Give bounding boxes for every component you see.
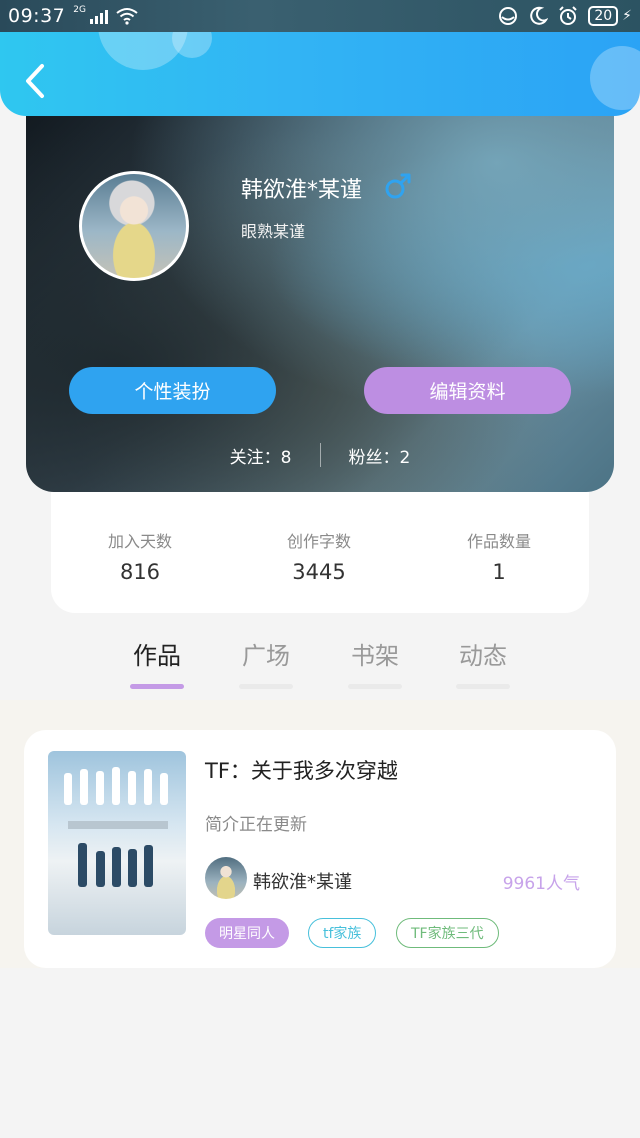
following-count[interactable]: 关注：8 <box>230 443 292 468</box>
tab-indicator <box>456 684 510 689</box>
stat-label: 作品数量 <box>466 532 531 551</box>
battery-level: 20 <box>594 8 613 24</box>
cover-figure <box>128 771 136 805</box>
cover-figure <box>160 773 168 805</box>
stat-value: 1 <box>492 560 506 584</box>
tab-indicator <box>348 684 402 689</box>
follow-stats: 关注：8 粉丝：2 <box>26 440 614 470</box>
back-icon[interactable] <box>22 62 48 100</box>
follow-divider <box>319 443 321 467</box>
tab-label: 动态 <box>459 642 507 670</box>
work-title[interactable]: TF：关于我多次穿越 <box>205 755 398 785</box>
personal-dress-button[interactable]: 个性装扮 <box>69 367 276 414</box>
cover-figure <box>128 849 137 887</box>
cover-figure <box>96 851 105 887</box>
tab-label: 广场 <box>242 642 290 670</box>
work-description: 简介正在更新 <box>205 815 307 835</box>
tab-activity[interactable]: 动态 <box>443 636 523 689</box>
cover-beam <box>68 821 168 829</box>
cover-figure <box>64 773 72 805</box>
moon-icon <box>530 6 549 25</box>
alarm-icon <box>559 6 578 25</box>
stat-label: 加入天数 <box>107 532 172 551</box>
work-card[interactable]: TF：关于我多次穿越 简介正在更新 韩欲淮*某谨 9961人气 明星同人 tf家… <box>24 730 616 968</box>
tab-works[interactable]: 作品 <box>117 636 197 689</box>
status-bar: 09:37 2G 20 ⚡ <box>0 0 640 32</box>
cover-figure <box>78 843 87 887</box>
cover-figure <box>144 845 153 887</box>
cover-figure <box>112 767 120 805</box>
tab-label: 书架 <box>351 642 399 670</box>
cover-figure <box>96 771 104 805</box>
work-tag[interactable]: 明星同人 <box>205 918 289 948</box>
decor-bubble <box>590 46 640 110</box>
tab-label: 作品 <box>133 642 181 670</box>
profile-card: 韩欲淮*某谨 眼熟某谨 个性装扮 编辑资料 关注：8 粉丝：2 <box>26 80 614 492</box>
stat-word-count: 创作字数 3445 <box>249 528 389 584</box>
username: 韩欲淮*某谨 <box>241 178 363 203</box>
work-tag[interactable]: tf家族 <box>308 918 377 948</box>
user-motto: 眼熟某谨 <box>241 222 306 241</box>
work-tag[interactable]: TF家族三代 <box>396 918 499 948</box>
edit-profile-button[interactable]: 编辑资料 <box>364 367 571 414</box>
author-avatar[interactable] <box>205 857 247 899</box>
stat-value: 816 <box>119 560 161 584</box>
stat-works-count: 作品数量 1 <box>429 528 569 584</box>
stat-join-days: 加入天数 816 <box>70 528 210 584</box>
male-gender-icon <box>385 173 411 199</box>
author-name[interactable]: 韩欲淮*某谨 <box>253 868 352 894</box>
stat-value: 3445 <box>292 560 346 584</box>
charging-icon: ⚡ <box>622 8 632 24</box>
cover-figure <box>112 847 121 887</box>
eye-comfort-icon <box>499 7 518 25</box>
battery-icon: 20 <box>588 6 619 26</box>
wifi-icon <box>116 8 138 25</box>
signal-icon <box>89 8 108 24</box>
avatar[interactable] <box>79 171 189 281</box>
cover-figure <box>144 769 152 805</box>
content-tabs: 作品 广场 书架 动态 <box>0 630 640 700</box>
stat-label: 创作字数 <box>286 532 351 551</box>
app-header: 09:37 2G 20 ⚡ <box>0 0 640 116</box>
tab-square[interactable]: 广场 <box>226 636 306 689</box>
status-time: 09:37 <box>8 5 66 27</box>
network-type: 2G <box>73 5 86 15</box>
work-cover-image[interactable] <box>48 751 186 935</box>
followers-count[interactable]: 粉丝：2 <box>349 443 411 468</box>
popularity-count: 9961人气 <box>502 874 580 894</box>
cover-figure <box>80 769 88 805</box>
tab-indicator <box>130 684 184 689</box>
tab-bookshelf[interactable]: 书架 <box>335 636 415 689</box>
tab-indicator <box>239 684 293 689</box>
